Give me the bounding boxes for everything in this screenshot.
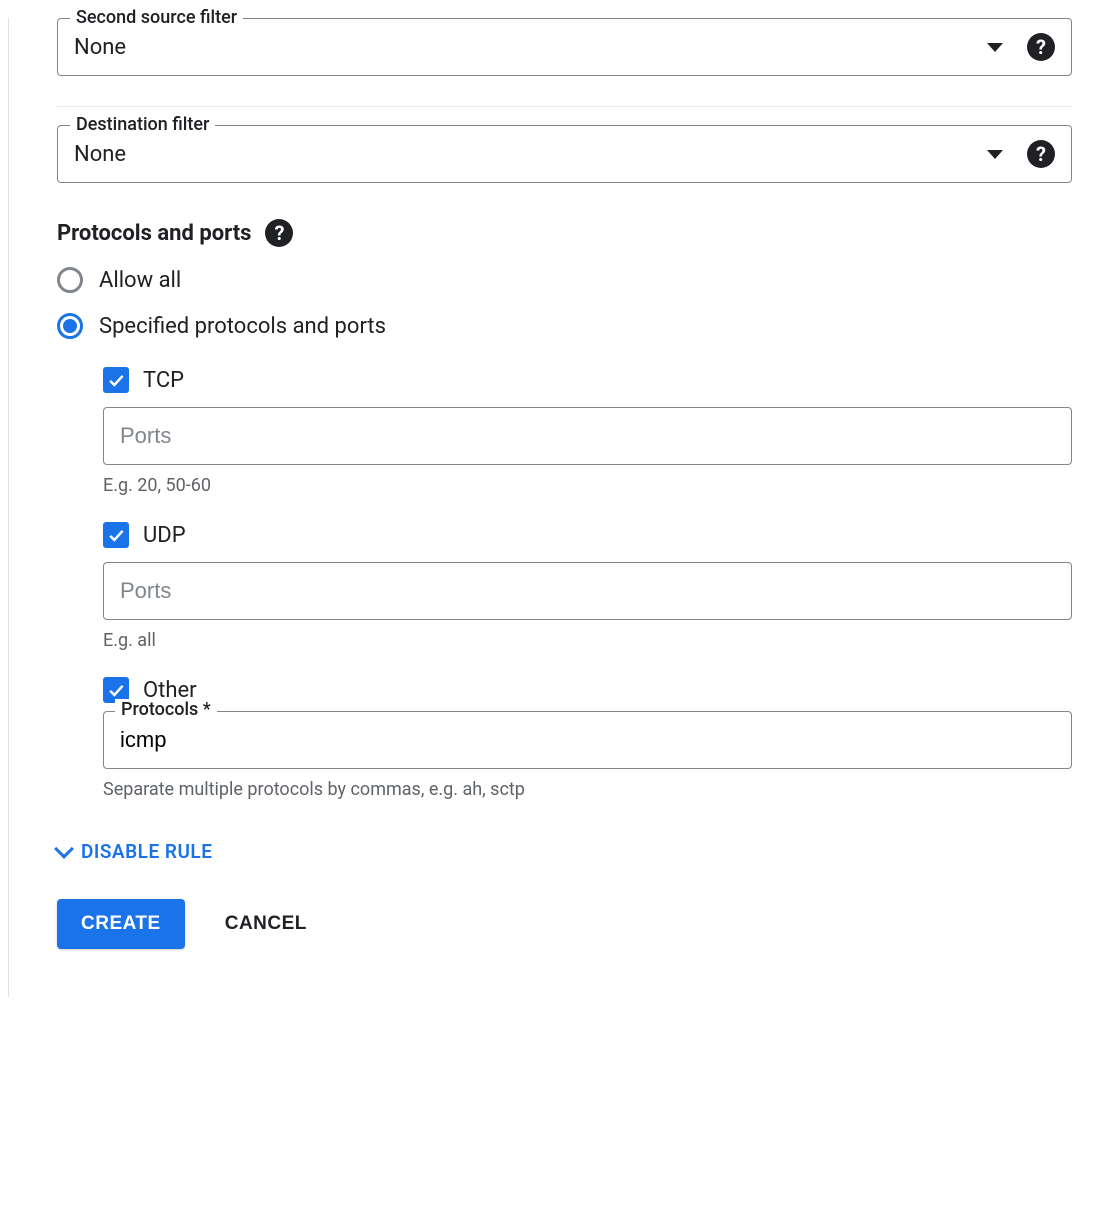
other-protocols-input[interactable] — [103, 711, 1072, 769]
checkbox-checked-icon — [103, 367, 129, 393]
divider — [57, 106, 1072, 107]
protocols-ports-title: Protocols and ports — [57, 221, 251, 246]
udp-label: UDP — [143, 523, 186, 548]
disable-rule-label: DISABLE RULE — [81, 840, 212, 863]
other-protocols-label: Protocols * — [115, 699, 217, 720]
help-icon[interactable]: ? — [1027, 33, 1055, 61]
second-source-filter-select[interactable]: Second source filter None ? — [57, 18, 1072, 76]
destination-filter-group: Destination filter None ? — [57, 125, 1072, 183]
help-icon[interactable]: ? — [1027, 140, 1055, 168]
help-icon[interactable]: ? — [265, 219, 293, 247]
radio-icon — [57, 267, 83, 293]
action-buttons: CREATE CANCEL — [57, 899, 1072, 949]
second-source-filter-group: Second source filter None ? — [57, 18, 1072, 76]
second-source-filter-label: Second source filter — [70, 7, 243, 28]
udp-ports-input[interactable] — [103, 562, 1072, 620]
tcp-checkbox[interactable]: TCP — [103, 367, 1072, 393]
radio-allow-all-label: Allow all — [99, 268, 181, 293]
chevron-down-icon — [987, 43, 1003, 52]
cancel-button[interactable]: CANCEL — [225, 913, 307, 935]
radio-allow-all[interactable]: Allow all — [57, 267, 1072, 293]
other-protocols-wrap: Protocols * — [103, 711, 1072, 769]
destination-filter-label: Destination filter — [70, 114, 215, 135]
other-checkbox[interactable]: Other — [103, 677, 1072, 703]
radio-specified-label: Specified protocols and ports — [99, 314, 386, 339]
radio-icon — [57, 313, 83, 339]
tcp-label: TCP — [143, 368, 184, 393]
checkbox-checked-icon — [103, 522, 129, 548]
destination-filter-select[interactable]: Destination filter None ? — [57, 125, 1072, 183]
destination-filter-value: None — [74, 142, 987, 167]
udp-ports-hint: E.g. all — [103, 630, 1072, 651]
second-source-filter-value: None — [74, 35, 987, 60]
other-protocols-hint: Separate multiple protocols by commas, e… — [103, 779, 1072, 800]
radio-specified[interactable]: Specified protocols and ports — [57, 313, 1072, 339]
udp-checkbox[interactable]: UDP — [103, 522, 1072, 548]
create-button[interactable]: CREATE — [57, 899, 185, 949]
protocols-ports-header: Protocols and ports ? — [57, 219, 1072, 247]
tcp-ports-input[interactable] — [103, 407, 1072, 465]
tcp-ports-hint: E.g. 20, 50-60 — [103, 475, 1072, 496]
disable-rule-toggle[interactable]: DISABLE RULE — [57, 840, 1072, 863]
chevron-down-icon — [54, 839, 74, 859]
chevron-down-icon — [987, 150, 1003, 159]
